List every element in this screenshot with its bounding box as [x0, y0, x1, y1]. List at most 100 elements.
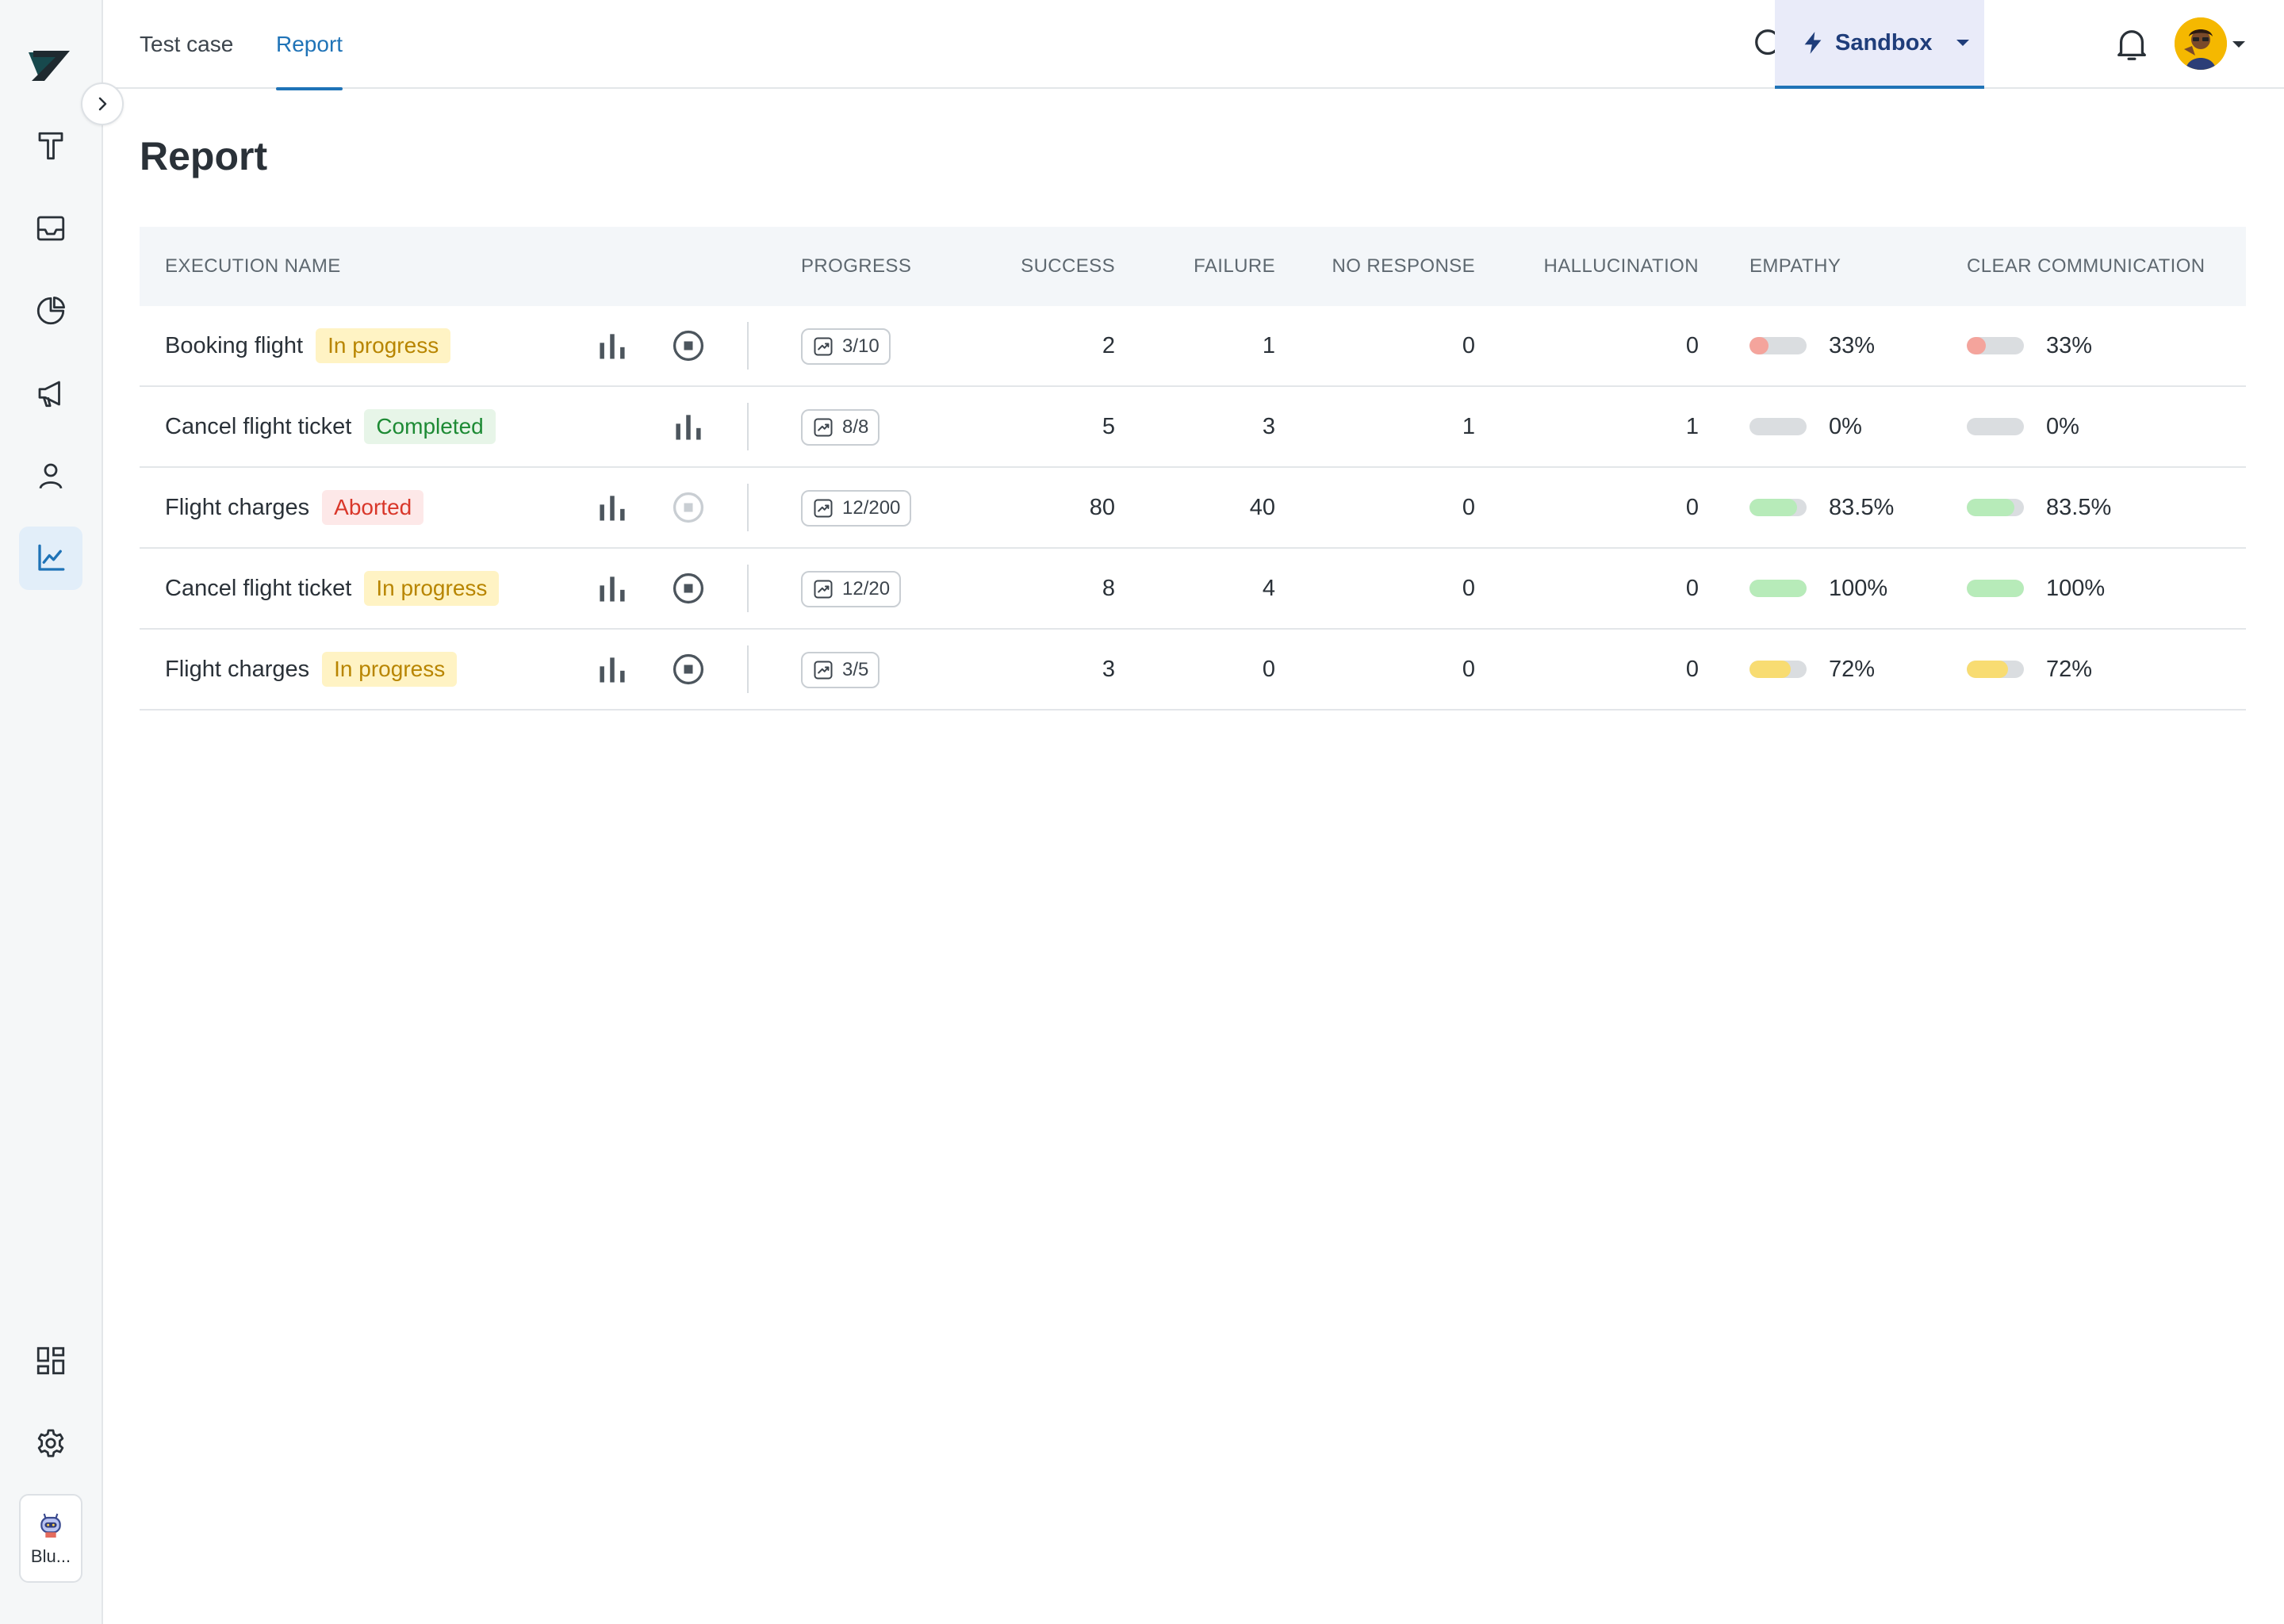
view-stats-button[interactable] — [588, 549, 636, 628]
sidebar-item-campaigns[interactable] — [19, 362, 82, 425]
progress-pill[interactable]: 3/10 — [801, 328, 891, 365]
clear-communication-value: 33% — [2046, 332, 2093, 358]
table-header: EXECUTION NAME PROGRESS SUCCESS FAILURE … — [140, 227, 2246, 306]
row-divider — [747, 484, 749, 531]
table-row[interactable]: Flight charges In progress 3/5 3 0 0 0 7… — [140, 630, 2246, 710]
bot-name: Blu... — [30, 1546, 71, 1566]
column-header-no-response[interactable]: NO RESPONSE — [1275, 227, 1475, 306]
bot-switcher-button[interactable]: Blu... — [19, 1494, 82, 1583]
execution-name[interactable]: Cancel flight ticket — [165, 549, 351, 628]
column-header-progress[interactable]: PROGRESS — [801, 227, 911, 306]
progress-pill[interactable]: 12/200 — [801, 490, 912, 527]
progress-pill[interactable]: 3/5 — [801, 652, 880, 688]
inbox-icon — [36, 216, 65, 241]
success-count: 3 — [1102, 657, 1115, 682]
table-row[interactable]: Cancel flight ticket Completed 8/8 5 3 1… — [140, 387, 2246, 468]
sidebar-item-settings[interactable] — [19, 1411, 82, 1475]
sidebar-item-formatting[interactable] — [19, 114, 82, 178]
bar-chart-icon — [600, 496, 625, 521]
row-divider — [747, 322, 749, 370]
sidebar-item-users[interactable] — [19, 444, 82, 508]
notifications-button[interactable] — [2110, 22, 2154, 67]
status-badge: Completed — [364, 409, 496, 444]
column-header-empathy[interactable]: EMPATHY — [1749, 227, 1841, 306]
report-table: EXECUTION NAME PROGRESS SUCCESS FAILURE … — [140, 227, 2246, 710]
failure-count: 0 — [1262, 657, 1275, 682]
view-stats-button[interactable] — [588, 630, 636, 709]
clear-communication-score: 83.5% — [1967, 468, 2111, 547]
table-row[interactable]: Flight charges Aborted 12/200 80 40 0 0 … — [140, 468, 2246, 549]
clear-communication-score: 33% — [1967, 306, 2092, 385]
zendesk-logo-icon[interactable] — [27, 46, 75, 86]
bar-chart-icon — [676, 415, 701, 440]
column-header-hallucination[interactable]: HALLUCINATION — [1475, 227, 1699, 306]
column-header-clear-communication[interactable]: CLEAR COMMUNICATION — [1967, 227, 2205, 306]
empathy-bar-fill — [1749, 661, 1791, 678]
column-header-execution-name[interactable]: EXECUTION NAME — [165, 227, 341, 306]
stop-execution-button[interactable] — [665, 468, 712, 547]
stop-execution-button[interactable] — [665, 549, 712, 628]
table-row[interactable]: Booking flight In progress 3/10 2 1 0 0 … — [140, 306, 2246, 387]
execution-name-cell: Cancel flight ticket Completed — [165, 387, 496, 466]
execution-name-cell: Booking flight In progress — [165, 306, 451, 385]
sidebar-item-analytics[interactable] — [19, 279, 82, 343]
progress-value: 12/20 — [842, 578, 891, 599]
clear-communication-value: 0% — [2046, 413, 2079, 439]
hallucination-count: 0 — [1685, 495, 1699, 520]
chevron-down-icon[interactable] — [2232, 40, 2246, 49]
sidebar-item-apps[interactable] — [19, 1329, 82, 1392]
formatting-icon — [38, 132, 63, 160]
dashboard-icon — [36, 1346, 65, 1375]
progress-value: 8/8 — [842, 416, 869, 438]
sidebar-item-inbox[interactable] — [19, 197, 82, 260]
trend-chart-icon — [814, 418, 833, 437]
no-response-count: 0 — [1462, 576, 1475, 601]
view-stats-button[interactable] — [665, 387, 712, 466]
expand-sidebar-button[interactable] — [81, 82, 124, 125]
clear-communication-bar — [1967, 580, 2024, 597]
clear-communication-bar-fill — [1967, 580, 2024, 597]
status-badge: In progress — [316, 328, 451, 363]
clear-communication-bar — [1967, 661, 2024, 678]
tab-test-case[interactable]: Test case — [140, 0, 233, 89]
success-count: 5 — [1102, 414, 1115, 439]
execution-name[interactable]: Flight charges — [165, 468, 309, 547]
execution-name[interactable]: Booking flight — [165, 306, 303, 385]
execution-name-cell: Flight charges Aborted — [165, 468, 424, 547]
table-body: Booking flight In progress 3/10 2 1 0 0 … — [140, 306, 2246, 710]
view-stats-button[interactable] — [588, 306, 636, 385]
progress-pill[interactable]: 12/20 — [801, 571, 902, 607]
empathy-bar — [1749, 418, 1807, 435]
column-header-failure[interactable]: FAILURE — [1115, 227, 1275, 306]
view-stats-button[interactable] — [588, 468, 636, 547]
sidebar-item-reports[interactable] — [19, 527, 82, 590]
failure-count: 3 — [1262, 414, 1275, 439]
stop-circle-icon — [673, 492, 704, 523]
tab-report[interactable]: Report — [276, 0, 343, 90]
empathy-bar-fill — [1749, 337, 1769, 354]
pie-chart-icon — [36, 296, 66, 325]
empathy-bar — [1749, 661, 1807, 678]
row-divider — [747, 645, 749, 693]
sidebar: Blu... — [0, 0, 103, 1624]
row-divider — [747, 403, 749, 450]
environment-selector[interactable]: Sandbox — [1775, 0, 1984, 89]
stop-execution-button[interactable] — [665, 630, 712, 709]
empathy-score: 33% — [1749, 306, 1875, 385]
table-row[interactable]: Cancel flight ticket In progress 12/20 8… — [140, 549, 2246, 630]
execution-name[interactable]: Flight charges — [165, 630, 309, 709]
execution-name[interactable]: Cancel flight ticket — [165, 387, 351, 466]
clear-communication-bar — [1967, 418, 2024, 435]
column-header-success[interactable]: SUCCESS — [956, 227, 1115, 306]
hallucination-count: 1 — [1685, 414, 1699, 439]
bolt-icon — [1804, 32, 1822, 54]
row-divider — [747, 565, 749, 612]
stop-circle-icon — [673, 653, 704, 685]
environment-name: Sandbox — [1835, 29, 1933, 56]
status-badge: In progress — [322, 652, 458, 687]
user-avatar[interactable] — [2175, 17, 2227, 70]
megaphone-icon — [38, 381, 60, 408]
progress-pill[interactable]: 8/8 — [801, 409, 880, 446]
stop-execution-button[interactable] — [665, 306, 712, 385]
clear-communication-bar — [1967, 337, 2024, 354]
